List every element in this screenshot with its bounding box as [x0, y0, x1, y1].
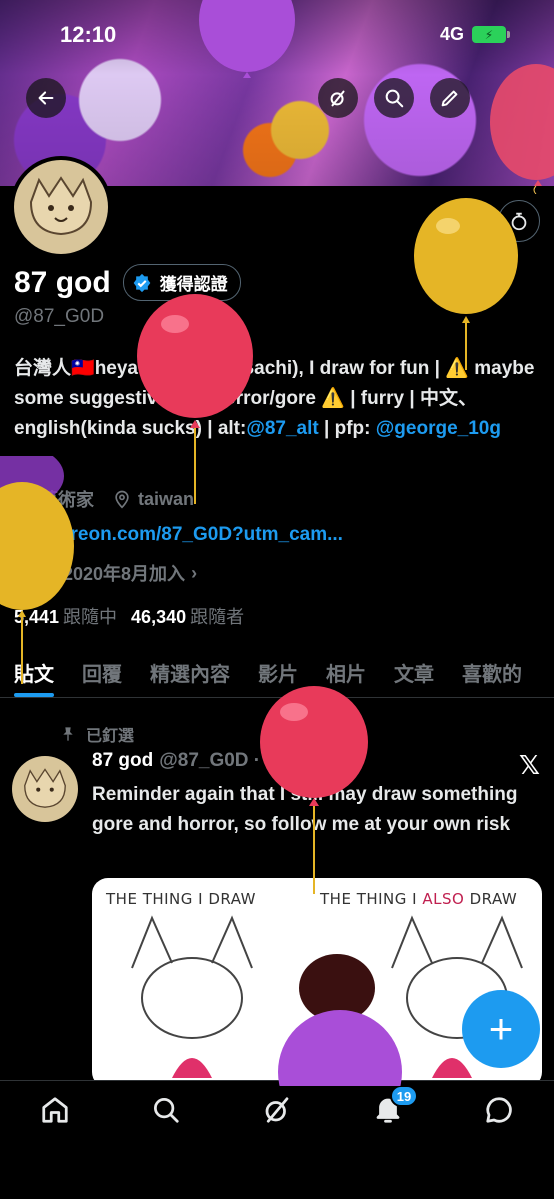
- balloon-red: [260, 686, 368, 894]
- nav-search[interactable]: [136, 1095, 196, 1139]
- compose-icon: +: [488, 1005, 514, 1052]
- display-name: 87 god: [14, 265, 111, 299]
- pinned-label: 已釘選: [86, 728, 135, 745]
- bio-text-5: | pfp:: [318, 418, 376, 439]
- nav-grok[interactable]: [247, 1095, 307, 1139]
- battery-icon: ⚡: [472, 26, 510, 43]
- grok-nav-icon: [265, 1097, 289, 1123]
- tab-likes[interactable]: 喜歡的: [448, 650, 536, 697]
- profile-handle: @87_G0D: [14, 306, 105, 327]
- followers-count: 46,340: [131, 607, 187, 627]
- balloon-yellow: [414, 198, 518, 370]
- followers-label: 跟隨者: [190, 607, 245, 627]
- avatar-drawing: [29, 176, 93, 236]
- status-indicators: 4G ⚡: [439, 24, 510, 45]
- warning-icon: ⚠️: [321, 388, 345, 409]
- verified-icon: [133, 273, 151, 292]
- tab-highlights[interactable]: 精選內容: [136, 650, 244, 697]
- edit-icon: [441, 90, 458, 107]
- bottom-navigation: 19: [0, 1080, 554, 1199]
- taiwan-flag-icon: 🇹🇼: [71, 358, 95, 379]
- pin-icon: [63, 727, 73, 741]
- balloon-red: [137, 294, 253, 504]
- alt-account-link[interactable]: @87_alt: [246, 418, 318, 439]
- home-icon: [42, 1097, 69, 1123]
- location-icon: [115, 490, 129, 509]
- post-author-avatar[interactable]: [12, 756, 78, 822]
- pinned-indicator: 已釘選: [60, 722, 134, 746]
- avatar-drawing: [24, 768, 66, 808]
- post-author-name[interactable]: 87 god: [92, 750, 153, 772]
- network-label: 4G: [439, 24, 464, 44]
- search-icon: [385, 89, 404, 108]
- nav-home[interactable]: [25, 1095, 85, 1139]
- balloon-purple: [199, 0, 295, 78]
- messages-icon: [485, 1097, 512, 1123]
- balloon-yellow: [0, 456, 74, 684]
- x-logo-icon: 𝕏: [519, 750, 540, 780]
- status-time: 12:10: [60, 22, 117, 47]
- balloon-red: [490, 64, 554, 194]
- nav-notifications[interactable]: 19: [358, 1085, 419, 1139]
- nav-messages[interactable]: [469, 1095, 529, 1139]
- back-arrow-icon: [38, 91, 54, 105]
- search-nav-icon: [154, 1098, 179, 1123]
- compose-button[interactable]: +: [462, 990, 540, 1068]
- grok-icon: [330, 90, 345, 107]
- bio-text-1: 台灣人: [14, 358, 72, 379]
- grok-button[interactable]: [318, 78, 358, 118]
- edit-button[interactable]: [430, 78, 470, 118]
- tab-articles[interactable]: 文章: [380, 650, 448, 697]
- chevron-right-icon: ›: [191, 562, 198, 583]
- pfp-credit-link[interactable]: @george_10g: [376, 418, 501, 439]
- profile-avatar[interactable]: [10, 156, 112, 258]
- balloon-purple: [278, 1010, 402, 1086]
- followers-stat[interactable]: 46,340 跟隨者: [131, 603, 244, 629]
- search-button[interactable]: [374, 78, 414, 118]
- notification-badge: 19: [389, 1085, 419, 1107]
- website-url: patreon.com/87_G0D?utm_cam...: [42, 524, 343, 545]
- back-button[interactable]: [26, 78, 66, 118]
